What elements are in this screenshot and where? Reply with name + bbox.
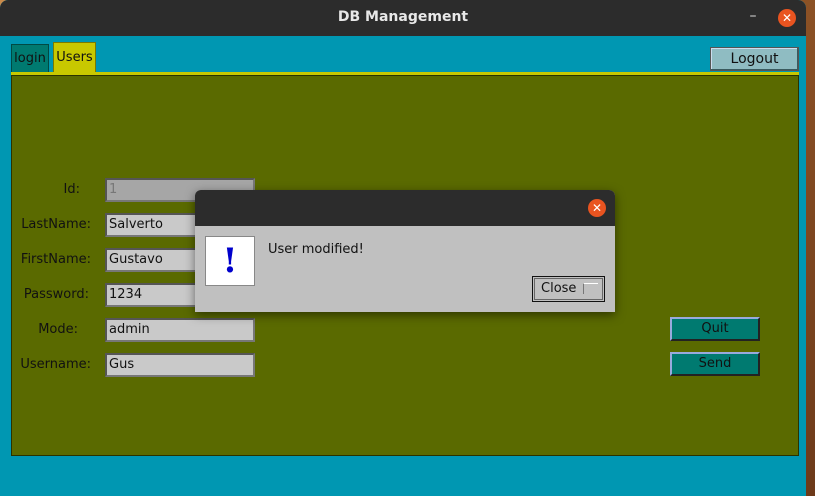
firstname-label: FirstName: [20,252,91,267]
dialog-titlebar: ✕ [195,190,615,226]
dialog-close-icon[interactable]: ✕ [588,199,606,217]
window-close-icon[interactable]: ✕ [778,9,796,27]
tab-users[interactable]: Users [53,42,96,73]
minimize-icon[interactable]: – [745,9,761,25]
send-button[interactable]: Send [670,352,760,376]
window-title: DB Management [337,9,469,25]
mode-label: Mode: [38,322,78,337]
quit-button[interactable]: Quit [670,317,760,341]
username-field[interactable]: Gus [105,353,255,377]
tab-login[interactable]: login [11,44,49,72]
lastname-label: LastName: [21,217,91,232]
exclamation-icon: ! [205,236,255,286]
mode-field[interactable]: admin [105,318,255,342]
username-label: Username: [20,357,91,372]
message-dialog: ✕ ! User modified! Close [195,190,615,312]
bottom-bar [0,456,806,496]
resize-grip-icon [583,283,598,294]
logout-button[interactable]: Logout [710,47,799,71]
id-label: Id: [63,182,80,197]
dialog-message: User modified! [268,242,364,257]
dialog-close-button-label: Close [541,281,577,296]
dialog-close-button[interactable]: Close [532,276,605,302]
password-label: Password: [23,287,89,302]
window-titlebar: DB Management – ✕ [0,0,806,36]
